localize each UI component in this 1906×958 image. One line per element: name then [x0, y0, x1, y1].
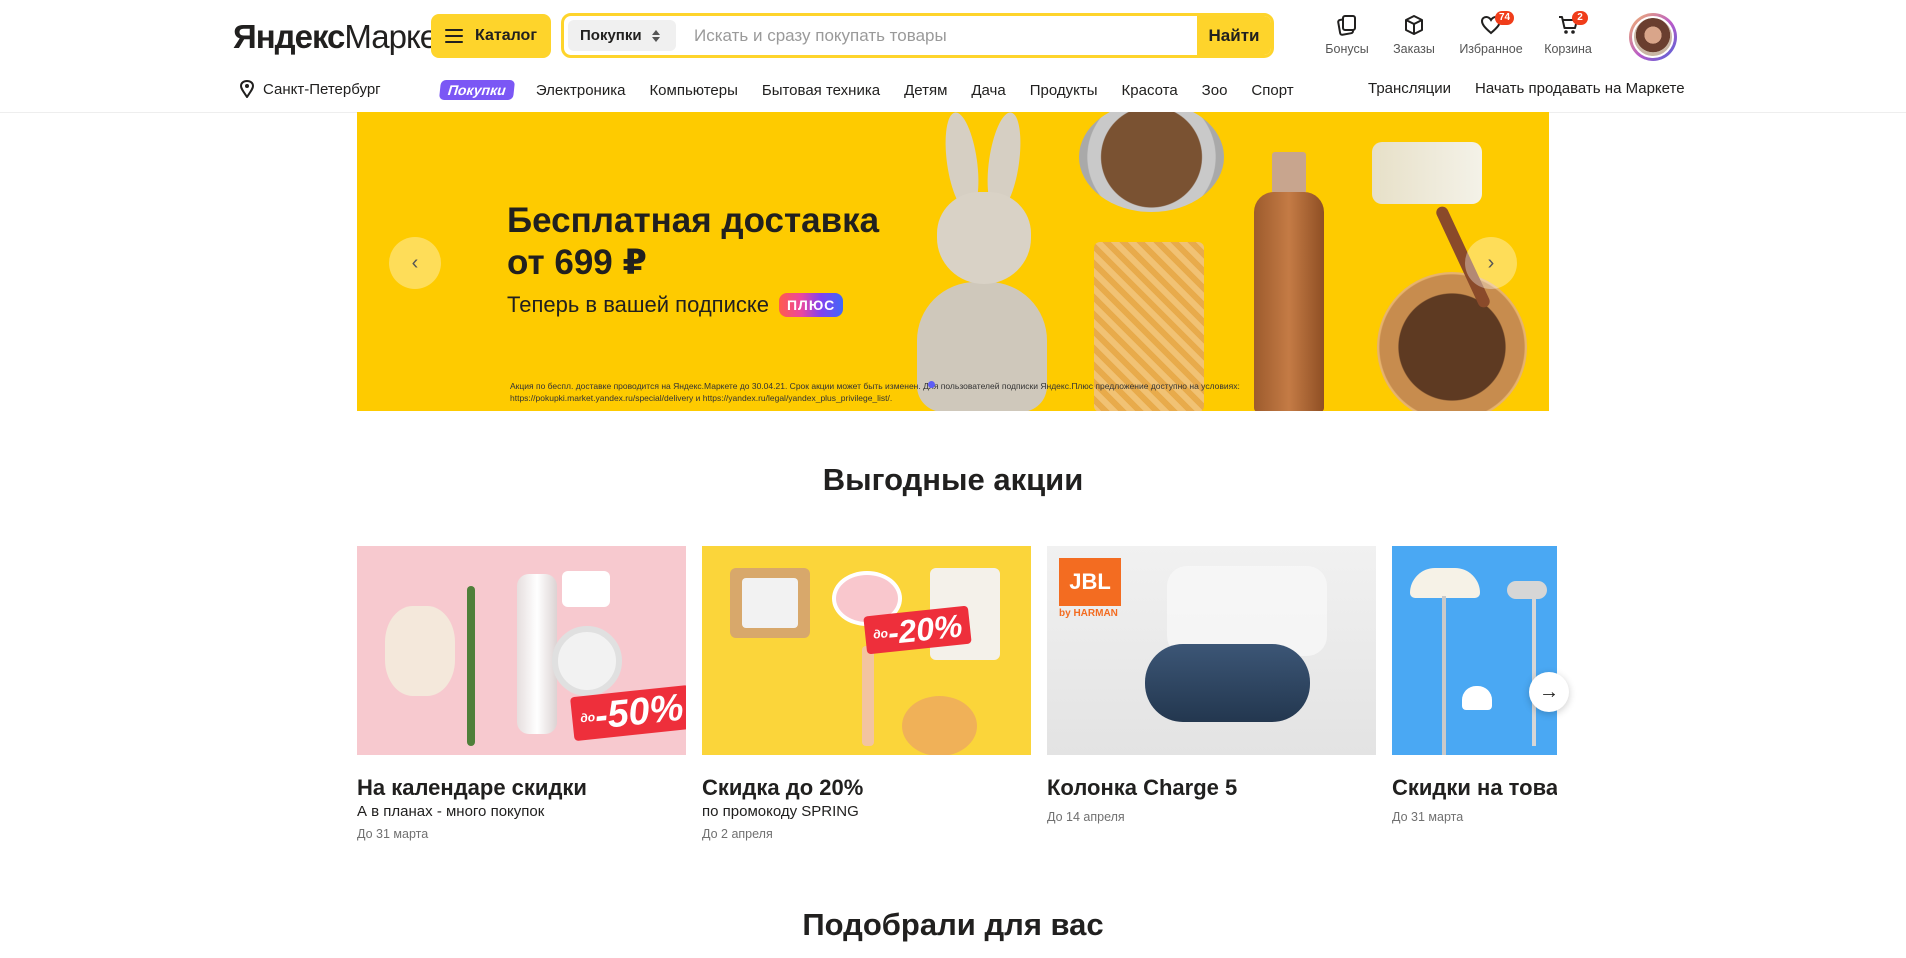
promo-card-title: Скидки на товары	[1392, 775, 1557, 800]
catalog-button[interactable]: Каталог	[431, 14, 551, 58]
bonuses-label: Бонусы	[1325, 42, 1369, 56]
city-name: Санкт-Петербург	[263, 80, 381, 98]
chevron-right-icon: ›	[1487, 251, 1495, 274]
favorites-label: Избранное	[1459, 42, 1523, 56]
cart-count-badge: 2	[1572, 11, 1588, 25]
yandex-market-logo[interactable]: ЯндексМаркет	[233, 18, 451, 56]
nav-right-links: Трансляции Начать продавать на Маркете	[1368, 80, 1685, 97]
banner-subtitle-row: Теперь в вашей подписке ПЛЮС	[507, 292, 844, 318]
promo-card-date: До 14 апреля	[1047, 810, 1125, 824]
promo-card-title: Колонка Charge 5	[1047, 775, 1238, 800]
promos-next-button[interactable]: →	[1529, 672, 1569, 712]
bottle-cap-image	[1272, 152, 1306, 194]
promo-card-image: до-20%	[702, 546, 1031, 755]
promo-card-date: До 2 апреля	[702, 827, 773, 841]
start-selling-link[interactable]: Начать продавать на Маркете	[1475, 80, 1685, 97]
nav-item-pets[interactable]: Зоо	[1202, 82, 1228, 99]
banner-prev-button[interactable]: ‹	[389, 237, 441, 289]
banner-next-button[interactable]: ›	[1465, 237, 1517, 289]
sort-arrows-icon	[651, 29, 660, 42]
promo-card-image: до-50%	[357, 546, 686, 755]
banner-title: Бесплатная доставка от 699 ₽	[507, 200, 879, 284]
banner-legal-text: Акция по беспл. доставке проводится на Я…	[510, 381, 1240, 403]
catalog-label: Каталог	[475, 27, 537, 44]
jbl-logo: JBL	[1059, 558, 1121, 606]
promo-card[interactable]: JBL by HARMAN Колонка Charge 5 До 14 апр…	[1047, 546, 1376, 824]
banner-subtitle: Теперь в вашей подписке	[507, 292, 769, 317]
nav-item-kids[interactable]: Детям	[904, 82, 947, 99]
location-pin-icon	[240, 80, 254, 98]
bonus-icon	[1337, 15, 1356, 36]
coffee-bowl-image	[1377, 272, 1527, 411]
promo-card-title: Скидка до 20%	[702, 775, 864, 800]
nav-item-electronics[interactable]: Электроника	[536, 82, 626, 99]
search-input[interactable]	[676, 16, 1197, 55]
promo-card-desc: А в планах - много покупок	[357, 803, 545, 820]
plus-badge: ПЛЮС	[778, 293, 844, 317]
pet-food-bowl-image	[1079, 112, 1224, 212]
promo-card[interactable]: до-20% Скидка до 20% по промокоду SPRING…	[702, 546, 1031, 841]
promo-card-desc: по промокоду SPRING	[702, 803, 859, 820]
nav-item-computers[interactable]: Компьютеры	[649, 82, 737, 99]
bottle-image	[1254, 192, 1324, 411]
search-scope-label: Покупки	[580, 27, 642, 44]
category-nav: Покупки Электроника Компьютеры Бытовая т…	[438, 80, 1294, 100]
broadcasts-link[interactable]: Трансляции	[1368, 80, 1451, 97]
promo-cards-carousel: до-50% На календаре скидки А в планах - …	[357, 546, 1557, 846]
orders-label: Заказы	[1393, 42, 1435, 56]
speaker-image	[1145, 644, 1310, 722]
search-scope-select[interactable]: Покупки	[568, 20, 676, 51]
nav-item-garden[interactable]: Дача	[971, 82, 1005, 99]
cart-label: Корзина	[1544, 42, 1592, 56]
logo-word-yandex: Яндекс	[233, 18, 345, 55]
promo-card-title: На календаре скидки	[357, 775, 587, 800]
cart-link[interactable]: 2 Корзина	[1528, 11, 1608, 56]
promo-card-date: До 31 марта	[357, 827, 429, 841]
promo-card[interactable]: до-50% На календаре скидки А в планах - …	[357, 546, 686, 841]
orders-icon	[1405, 15, 1423, 35]
banner-pagination-dot[interactable]	[928, 381, 935, 388]
user-avatar[interactable]	[1629, 13, 1677, 61]
nav-pokupki-pill[interactable]: Покупки	[438, 80, 515, 100]
nav-item-sport[interactable]: Спорт	[1251, 82, 1293, 99]
banner-title-line2: от 699 ₽	[507, 243, 647, 282]
favorites-count-badge: 74	[1495, 11, 1515, 25]
orders-link[interactable]: Заказы	[1374, 14, 1454, 56]
menu-icon	[445, 29, 463, 43]
chevron-left-icon: ‹	[411, 251, 419, 274]
city-selector[interactable]: Санкт-Петербург	[240, 80, 381, 98]
promo-card-image	[1392, 546, 1557, 755]
banner-title-line1: Бесплатная доставка	[507, 201, 880, 240]
harman-label: by HARMAN	[1059, 608, 1118, 619]
olive-jar-image	[1372, 142, 1482, 204]
recommend-section-title: Подобрали для вас	[802, 907, 1104, 942]
search-button[interactable]: Найти	[1197, 16, 1271, 55]
promo-banner[interactable]: Бесплатная доставка от 699 ₽ Теперь в ва…	[357, 112, 1549, 411]
nav-item-groceries[interactable]: Продукты	[1030, 82, 1098, 99]
search-bar: Покупки Найти	[561, 13, 1274, 58]
promos-section-title: Выгодные акции	[822, 462, 1084, 497]
promo-card-date: До 31 марта	[1392, 810, 1464, 824]
site-header: ЯндексМаркет Каталог Покупки Найти Бонус…	[0, 0, 1906, 113]
nav-item-beauty[interactable]: Красота	[1122, 82, 1178, 99]
nav-item-appliances[interactable]: Бытовая техника	[762, 82, 880, 99]
favorites-link[interactable]: 74 Избранное	[1451, 11, 1531, 56]
bunny-head-image	[937, 192, 1031, 284]
arrow-right-icon: →	[1539, 680, 1559, 703]
promo-card-image: JBL by HARMAN	[1047, 546, 1376, 755]
